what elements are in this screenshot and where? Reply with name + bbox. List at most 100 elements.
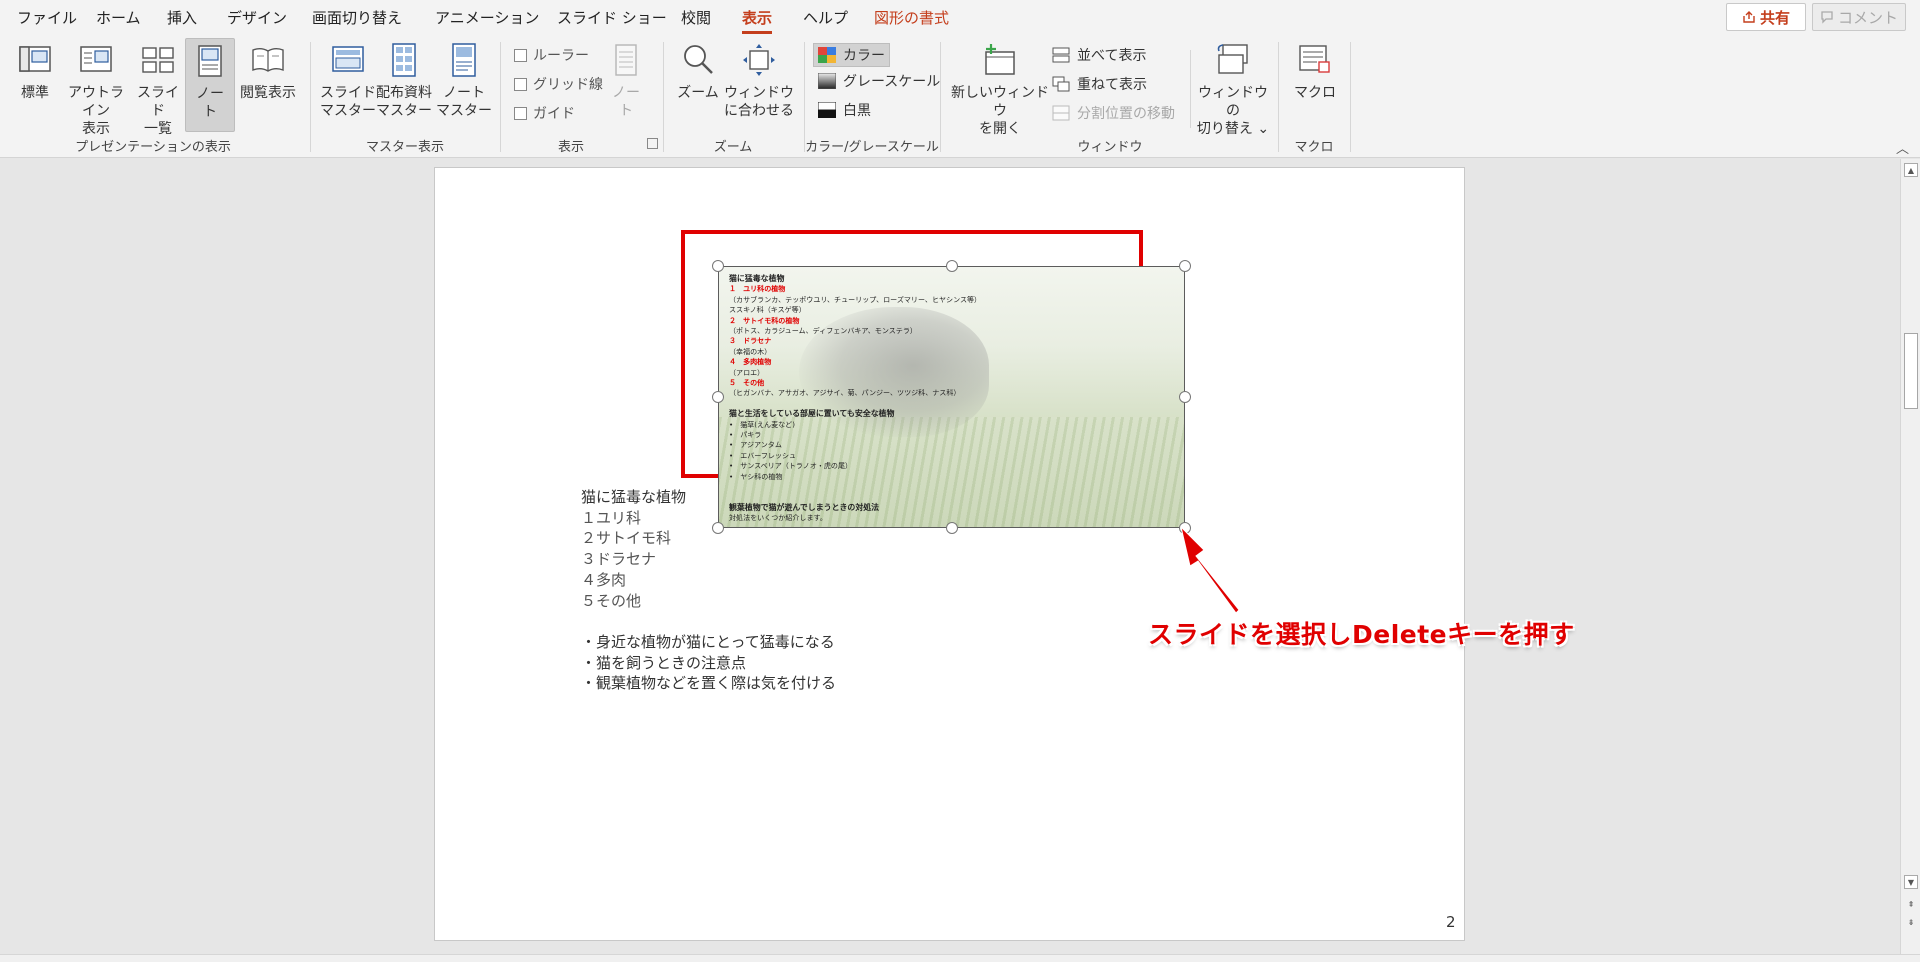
tab-insert[interactable]: 挿入 <box>167 7 197 28</box>
notes-line: ・身近な植物が猫にとって猛毒になる <box>581 632 835 651</box>
ruler-checkbox[interactable]: ルーラー <box>514 45 589 65</box>
notes-line: ４多肉 <box>581 570 627 589</box>
scrollbar-thumb[interactable] <box>1904 333 1918 409</box>
color-mode-label: カラー <box>843 48 885 64</box>
slide-text-line: （ヒガンバナ、アサガオ、アジサイ、菊、パンジー、ツツジ科、ナス科） <box>729 389 961 398</box>
notes-master-button[interactable]: ノート マスター <box>436 38 492 120</box>
group-label-color-grayscale: カラー/グレースケール <box>805 140 939 155</box>
group-label-master-views: マスター表示 <box>365 140 445 155</box>
comment-label: コメント <box>1837 8 1898 27</box>
macro-button[interactable]: マクロ <box>1290 38 1340 102</box>
next-slide-icon[interactable]: ⇟ <box>1904 915 1918 929</box>
black-white-mode-button[interactable]: 白黒 <box>817 100 871 120</box>
notes-text[interactable]: 猫に猛毒な植物 １ユリ科 ２サトイモ科 ３ドラセナ ４多肉 ５その他 ・身近な植物が猫にと… <box>581 487 836 694</box>
notes-line: １ユリ科 <box>581 508 642 527</box>
slide-text-line: （カサブランカ、テッポウユリ、チューリップ、ローズマリー、ヒヤシンス等） <box>729 295 982 304</box>
slide-text-line: （ポトス、カラジューム、ディフェンバキア、モンステラ） <box>729 327 917 335</box>
resize-handle[interactable] <box>712 391 724 403</box>
vertical-scrollbar[interactable]: ▲ ▼ ⇞ ⇟ <box>1900 159 1920 954</box>
slide-text-line: （幸福の木） <box>729 347 772 356</box>
tab-slideshow[interactable]: スライド ショー <box>557 7 667 28</box>
previous-slide-icon[interactable]: ⇞ <box>1904 897 1918 911</box>
comment-button[interactable]: コメント <box>1812 3 1906 31</box>
slide-text-line: • ヤシ科の植物 <box>729 472 783 481</box>
move-split-button[interactable]: 分割位置の移動 <box>1052 103 1175 123</box>
resize-handle[interactable] <box>1179 391 1191 403</box>
tab-design[interactable]: デザイン <box>227 7 287 28</box>
slide-master-button[interactable]: スライド マスター <box>320 38 376 120</box>
slide-text-line: ススキノ科（キスゲ等） <box>729 306 806 315</box>
tab-animations[interactable]: アニメーション <box>435 7 539 28</box>
notes-line: ５その他 <box>581 591 642 610</box>
new-window-icon <box>982 42 1018 78</box>
tab-review[interactable]: 校閲 <box>681 7 711 28</box>
tab-view[interactable]: 表示 <box>742 7 773 34</box>
page-number: 2 <box>1446 913 1456 931</box>
workspace: 猫に猛毒な植物 １ ユリ科の植物 （カサブランカ、テッポウユリ、チューリップ、ローズ… <box>0 159 1900 954</box>
move-split-label: 分割位置の移動 <box>1077 106 1175 122</box>
group-label-show: 表示 <box>557 140 585 155</box>
resize-handle[interactable] <box>1179 260 1191 272</box>
zoom-label: ズーム <box>677 85 719 101</box>
ruler-check-box[interactable] <box>514 48 527 62</box>
notes-page-button[interactable]: ノー ト <box>185 38 235 132</box>
slide-text-line: ２ サトイモ科の植物 <box>729 316 800 325</box>
slide-text-line: • サンスベリア（トラノオ・虎の尾） <box>729 462 853 471</box>
cascade-button[interactable]: 重ねて表示 <box>1052 74 1147 94</box>
cascade-label: 重ねて表示 <box>1077 77 1147 93</box>
notes-line: ・猫を飼うときの注意点 <box>581 653 747 672</box>
gridlines-check-box[interactable] <box>514 77 527 91</box>
notes-page: 猫に猛毒な植物 １ ユリ科の植物 （カサブランカ、テッポウユリ、チューリップ、ローズ… <box>434 167 1465 941</box>
guides-check-box[interactable] <box>514 106 527 120</box>
arrange-all-button[interactable]: 並べて表示 <box>1052 45 1146 65</box>
slide-sorter-button[interactable]: スライド 一覧 <box>133 38 183 138</box>
slide-text-line: • アジアンタム <box>729 441 782 450</box>
tab-file[interactable]: ファイル <box>17 7 77 28</box>
new-window-button[interactable]: 新しいウィンドウ を開く <box>950 38 1050 138</box>
resize-handle[interactable] <box>1179 522 1191 534</box>
normal-view-icon <box>17 42 53 78</box>
show-dialog-launcher[interactable] <box>647 138 658 149</box>
color-mode-button[interactable]: カラー <box>813 43 890 67</box>
group-separator <box>663 42 664 152</box>
scroll-up-button[interactable]: ▲ <box>1904 163 1918 177</box>
guides-checkbox[interactable]: ガイド <box>514 103 575 123</box>
gridlines-checkbox[interactable]: グリッド線 <box>514 74 603 94</box>
group-separator <box>500 42 501 152</box>
share-icon <box>1743 11 1755 23</box>
normal-view-button[interactable]: 標準 <box>12 38 58 102</box>
comment-icon <box>1821 11 1833 24</box>
outline-view-button[interactable]: アウトライン 表示 <box>62 38 130 138</box>
tab-shape-format[interactable]: 図形の書式 <box>874 7 949 28</box>
reading-view-button[interactable]: 閲覧表示 <box>238 38 298 102</box>
collapse-ribbon-icon[interactable]: ︿ <box>1896 138 1909 157</box>
black-white-mode-label: 白黒 <box>843 103 871 119</box>
notes-toggle-button[interactable]: ノー ト <box>606 38 646 120</box>
scroll-down-button[interactable]: ▼ <box>1904 875 1918 889</box>
normal-view-label: 標準 <box>21 85 49 101</box>
grayscale-mode-button[interactable]: グレースケール <box>817 71 940 91</box>
notes-line: 猫に猛毒な植物 <box>581 488 687 506</box>
tab-home[interactable]: ホーム <box>96 7 141 28</box>
notes-page-icon <box>192 43 228 79</box>
resize-handle[interactable] <box>946 260 958 272</box>
fit-to-window-button[interactable]: ウィンドウ に合わせる <box>722 38 796 120</box>
notes-line <box>581 611 836 632</box>
handout-master-button[interactable]: 配布資料 マスター <box>374 38 434 120</box>
resize-handle[interactable] <box>712 260 724 272</box>
status-bar <box>0 954 1920 962</box>
slide-text-line: １ ユリ科の植物 <box>729 285 786 294</box>
tab-transitions[interactable]: 画面切り替え <box>312 7 402 28</box>
tab-help[interactable]: ヘルプ <box>803 7 848 28</box>
group-separator <box>940 42 941 152</box>
macro-icon <box>1297 42 1333 78</box>
outline-view-icon <box>78 42 114 78</box>
notes-toggle-label: ノー ト <box>612 85 640 119</box>
share-button[interactable]: 共有 <box>1726 3 1806 31</box>
switch-window-button[interactable]: ウィンドウの 切り替え ⌄ <box>1196 38 1270 138</box>
zoom-button[interactable]: ズーム <box>674 38 722 102</box>
reading-view-icon <box>250 42 286 78</box>
notes-line: ・観葉植物などを置く際は気を付ける <box>581 674 837 693</box>
resize-handle[interactable] <box>946 522 958 534</box>
switch-window-icon <box>1215 42 1251 78</box>
